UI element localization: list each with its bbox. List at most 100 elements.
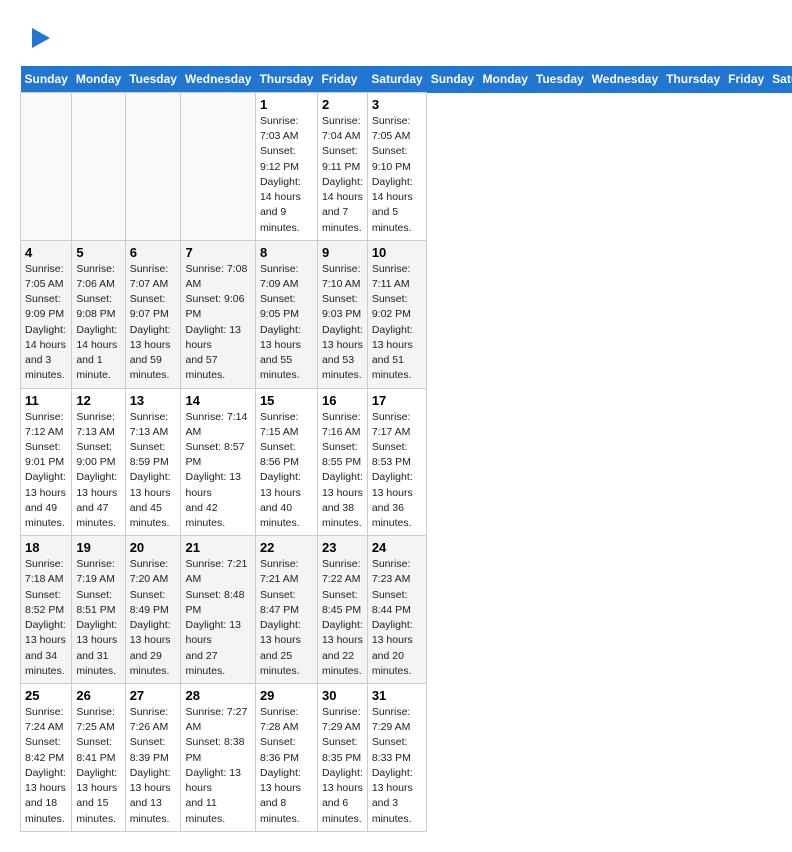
day-number: 9 xyxy=(322,245,363,260)
day-info: Sunrise: 7:25 AM Sunset: 8:41 PM Dayligh… xyxy=(76,705,120,827)
day-number: 1 xyxy=(260,97,313,112)
day-cell: 26 Sunrise: 7:25 AM Sunset: 8:41 PM Dayli… xyxy=(72,684,125,832)
col-header-thursday: Thursday xyxy=(662,66,724,93)
day-info: Sunrise: 7:22 AM Sunset: 8:45 PM Dayligh… xyxy=(322,557,363,679)
day-info: Sunrise: 7:09 AM Sunset: 9:05 PM Dayligh… xyxy=(260,262,313,384)
day-cell: 15Sunrise: 7:15 AM Sunset: 8:56 PM Dayli… xyxy=(255,388,317,536)
day-info: Sunrise: 7:14 AM Sunset: 8:57 PM Dayligh… xyxy=(185,410,250,532)
day-cell: 19 Sunrise: 7:19 AM Sunset: 8:51 PM Dayli… xyxy=(72,536,125,684)
day-info: Sunrise: 7:15 AM Sunset: 8:56 PM Dayligh… xyxy=(260,410,313,532)
col-header-wednesday: Wednesday xyxy=(181,66,255,93)
day-number: 20 xyxy=(130,540,177,555)
day-number: 23 xyxy=(322,540,363,555)
day-cell: 8 Sunrise: 7:09 AM Sunset: 9:05 PM Daylig… xyxy=(255,240,317,388)
week-row-5: 25 Sunrise: 7:24 AM Sunset: 8:42 PM Dayli… xyxy=(21,684,792,832)
day-cell: 3 Sunrise: 7:05 AM Sunset: 9:10 PM Daylig… xyxy=(367,93,426,241)
day-number: 10 xyxy=(372,245,422,260)
day-info: Sunrise: 7:28 AM Sunset: 8:36 PM Dayligh… xyxy=(260,705,313,827)
col-header-thursday: Thursday xyxy=(255,66,317,93)
page-header xyxy=(20,20,772,56)
day-number: 27 xyxy=(130,688,177,703)
day-number: 8 xyxy=(260,245,313,260)
day-number: 31 xyxy=(372,688,422,703)
day-cell: 12 Sunrise: 7:13 AM Sunset: 9:00 PM Dayli… xyxy=(72,388,125,536)
day-info: Sunrise: 7:16 AM Sunset: 8:55 PM Dayligh… xyxy=(322,410,363,532)
day-cell xyxy=(125,93,181,241)
day-cell: 5Sunrise: 7:06 AM Sunset: 9:08 PM Daylig… xyxy=(72,240,125,388)
col-header-sunday: Sunday xyxy=(427,66,479,93)
day-cell xyxy=(72,93,125,241)
day-number: 19 xyxy=(76,540,120,555)
day-cell: 9 Sunrise: 7:10 AM Sunset: 9:03 PM Daylig… xyxy=(317,240,367,388)
day-cell: 24Sunrise: 7:23 AM Sunset: 8:44 PM Dayli… xyxy=(367,536,426,684)
day-cell: 28Sunrise: 7:27 AM Sunset: 8:38 PM Dayli… xyxy=(181,684,255,832)
day-number: 25 xyxy=(25,688,67,703)
day-cell: 10Sunrise: 7:11 AM Sunset: 9:02 PM Dayli… xyxy=(367,240,426,388)
day-info: Sunrise: 7:29 AM Sunset: 8:33 PM Dayligh… xyxy=(372,705,422,827)
day-cell: 11 Sunrise: 7:12 AM Sunset: 9:01 PM Dayli… xyxy=(21,388,72,536)
day-cell xyxy=(21,93,72,241)
day-info: Sunrise: 7:23 AM Sunset: 8:44 PM Dayligh… xyxy=(372,557,422,679)
logo-icon xyxy=(22,20,58,56)
day-info: Sunrise: 7:05 AM Sunset: 9:09 PM Dayligh… xyxy=(25,262,67,384)
week-row-2: 4 Sunrise: 7:05 AM Sunset: 9:09 PM Daylig… xyxy=(21,240,792,388)
day-number: 26 xyxy=(76,688,120,703)
day-info: Sunrise: 7:13 AM Sunset: 9:00 PM Dayligh… xyxy=(76,410,120,532)
day-cell: 1 Sunrise: 7:03 AM Sunset: 9:12 PM Daylig… xyxy=(255,93,317,241)
day-number: 28 xyxy=(185,688,250,703)
day-number: 16 xyxy=(322,393,363,408)
day-cell: 22 Sunrise: 7:21 AM Sunset: 8:47 PM Dayli… xyxy=(255,536,317,684)
day-info: Sunrise: 7:19 AM Sunset: 8:51 PM Dayligh… xyxy=(76,557,120,679)
day-cell: 31 Sunrise: 7:29 AM Sunset: 8:33 PM Dayli… xyxy=(367,684,426,832)
day-cell: 7Sunrise: 7:08 AM Sunset: 9:06 PM Daylig… xyxy=(181,240,255,388)
day-info: Sunrise: 7:04 AM Sunset: 9:11 PM Dayligh… xyxy=(322,114,363,236)
week-row-4: 18 Sunrise: 7:18 AM Sunset: 8:52 PM Dayli… xyxy=(21,536,792,684)
day-number: 3 xyxy=(372,97,422,112)
day-cell: 6 Sunrise: 7:07 AM Sunset: 9:07 PM Daylig… xyxy=(125,240,181,388)
day-info: Sunrise: 7:24 AM Sunset: 8:42 PM Dayligh… xyxy=(25,705,67,827)
col-header-tuesday: Tuesday xyxy=(125,66,181,93)
day-number: 14 xyxy=(185,393,250,408)
col-header-monday: Monday xyxy=(479,66,532,93)
day-info: Sunrise: 7:26 AM Sunset: 8:39 PM Dayligh… xyxy=(130,705,177,827)
day-cell: 30 Sunrise: 7:29 AM Sunset: 8:35 PM Dayli… xyxy=(317,684,367,832)
day-info: Sunrise: 7:06 AM Sunset: 9:08 PM Dayligh… xyxy=(76,262,120,384)
col-header-monday: Monday xyxy=(72,66,125,93)
col-header-wednesday: Wednesday xyxy=(588,66,662,93)
day-cell: 18 Sunrise: 7:18 AM Sunset: 8:52 PM Dayli… xyxy=(21,536,72,684)
day-cell: 13Sunrise: 7:13 AM Sunset: 8:59 PM Dayli… xyxy=(125,388,181,536)
calendar-header-row: SundayMondayTuesdayWednesdayThursdayFrid… xyxy=(21,66,792,93)
day-number: 4 xyxy=(25,245,67,260)
day-info: Sunrise: 7:03 AM Sunset: 9:12 PM Dayligh… xyxy=(260,114,313,236)
day-cell: 16 Sunrise: 7:16 AM Sunset: 8:55 PM Dayli… xyxy=(317,388,367,536)
week-row-1: 1 Sunrise: 7:03 AM Sunset: 9:12 PM Daylig… xyxy=(21,93,792,241)
col-header-tuesday: Tuesday xyxy=(532,66,588,93)
day-info: Sunrise: 7:07 AM Sunset: 9:07 PM Dayligh… xyxy=(130,262,177,384)
day-number: 29 xyxy=(260,688,313,703)
day-number: 18 xyxy=(25,540,67,555)
day-info: Sunrise: 7:05 AM Sunset: 9:10 PM Dayligh… xyxy=(372,114,422,236)
day-number: 12 xyxy=(76,393,120,408)
day-info: Sunrise: 7:18 AM Sunset: 8:52 PM Dayligh… xyxy=(25,557,67,679)
day-number: 21 xyxy=(185,540,250,555)
day-number: 22 xyxy=(260,540,313,555)
col-header-saturday: Saturday xyxy=(367,66,426,93)
day-info: Sunrise: 7:21 AM Sunset: 8:47 PM Dayligh… xyxy=(260,557,313,679)
day-cell: 2Sunrise: 7:04 AM Sunset: 9:11 PM Daylig… xyxy=(317,93,367,241)
day-info: Sunrise: 7:10 AM Sunset: 9:03 PM Dayligh… xyxy=(322,262,363,384)
day-cell: 21 Sunrise: 7:21 AM Sunset: 8:48 PM Dayli… xyxy=(181,536,255,684)
day-cell: 4 Sunrise: 7:05 AM Sunset: 9:09 PM Daylig… xyxy=(21,240,72,388)
day-cell: 14 Sunrise: 7:14 AM Sunset: 8:57 PM Dayli… xyxy=(181,388,255,536)
day-number: 11 xyxy=(25,393,67,408)
col-header-sunday: Sunday xyxy=(21,66,72,93)
day-info: Sunrise: 7:08 AM Sunset: 9:06 PM Dayligh… xyxy=(185,262,250,384)
day-cell: 29 Sunrise: 7:28 AM Sunset: 8:36 PM Dayli… xyxy=(255,684,317,832)
day-number: 13 xyxy=(130,393,177,408)
day-info: Sunrise: 7:29 AM Sunset: 8:35 PM Dayligh… xyxy=(322,705,363,827)
day-number: 6 xyxy=(130,245,177,260)
day-cell: 23 Sunrise: 7:22 AM Sunset: 8:45 PM Dayli… xyxy=(317,536,367,684)
day-info: Sunrise: 7:12 AM Sunset: 9:01 PM Dayligh… xyxy=(25,410,67,532)
day-cell xyxy=(181,93,255,241)
day-number: 30 xyxy=(322,688,363,703)
day-info: Sunrise: 7:21 AM Sunset: 8:48 PM Dayligh… xyxy=(185,557,250,679)
